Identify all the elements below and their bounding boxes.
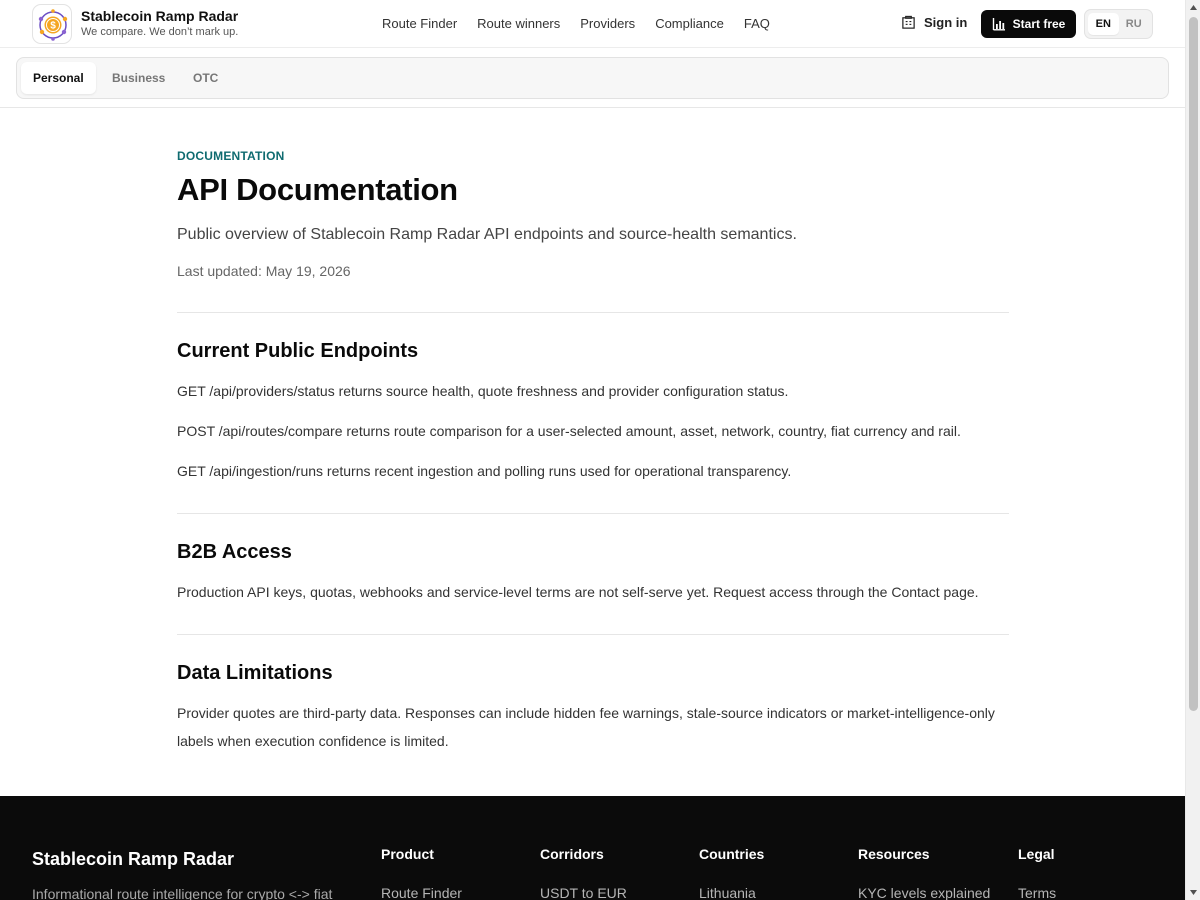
footer-link-route-finder[interactable]: Route Finder [381, 885, 462, 900]
limitations-paragraph: Provider quotes are third-party data. Re… [177, 705, 995, 749]
tab-business[interactable]: Business [100, 62, 177, 94]
tab-otc[interactable]: OTC [181, 62, 230, 94]
page-scrollbar[interactable] [1185, 0, 1200, 900]
footer-heading-product: Product [381, 846, 434, 862]
footer-heading-corridors: Corridors [540, 846, 604, 862]
tab-personal[interactable]: Personal [21, 62, 96, 94]
brand-name[interactable]: Stablecoin Ramp Radar [81, 8, 238, 24]
page-eyebrow: DOCUMENTATION [177, 149, 285, 163]
nav-faq[interactable]: FAQ [734, 16, 780, 31]
lang-en[interactable]: EN [1088, 13, 1119, 35]
footer-heading-countries: Countries [699, 846, 765, 862]
footer-heading-legal: Legal [1018, 846, 1055, 862]
brand-tagline: We compare. We don’t mark up. [81, 26, 239, 38]
building-icon [902, 15, 915, 29]
section-divider [177, 513, 1009, 514]
last-updated: Last updated: May 19, 2026 [177, 263, 351, 279]
scroll-down-arrow-icon[interactable] [1186, 885, 1200, 900]
scroll-up-arrow-icon[interactable] [1186, 0, 1200, 15]
section-heading-b2b: B2B Access [177, 541, 292, 563]
endpoint-paragraph: POST /api/routes/compare returns route c… [177, 423, 961, 439]
nav-compliance[interactable]: Compliance [645, 16, 734, 31]
endpoint-paragraph: GET /api/ingestion/runs returns recent i… [177, 463, 792, 479]
footer-description: Informational route intelligence for cry… [32, 886, 333, 900]
bar-chart-icon [992, 18, 1005, 31]
brand-logo-icon[interactable]: $ [32, 4, 72, 44]
site-footer: Stablecoin Ramp Radar Informational rout… [0, 796, 1185, 900]
footer-link-kyc-levels[interactable]: KYC levels explained [858, 885, 990, 900]
start-free-label: Start free [1012, 17, 1066, 31]
footer-link-lithuania[interactable]: Lithuania [699, 885, 756, 900]
scrollbar-thumb[interactable] [1189, 17, 1198, 711]
section-divider [177, 312, 1009, 313]
footer-brand: Stablecoin Ramp Radar [32, 849, 235, 869]
footer-link-usdt-eur[interactable]: USDT to EUR [540, 885, 627, 900]
segment-tabs: Personal Business OTC [16, 57, 1169, 99]
main-nav: Route Finder Route winners Providers Com… [372, 16, 780, 31]
nav-providers[interactable]: Providers [570, 16, 645, 31]
endpoint-paragraph: GET /api/providers/status returns source… [177, 383, 789, 399]
segment-bar-wrap: Personal Business OTC [0, 48, 1185, 108]
lang-ru[interactable]: RU [1119, 13, 1150, 35]
section-heading-endpoints: Current Public Endpoints [177, 340, 419, 362]
site-header: $ Stablecoin Ramp Radar We compare. We d… [0, 0, 1185, 48]
section-heading-limitations: Data Limitations [177, 662, 333, 684]
footer-link-terms[interactable]: Terms [1018, 885, 1056, 900]
page-title: API Documentation [177, 172, 458, 207]
page-subtitle: Public overview of Stablecoin Ramp Radar… [177, 226, 797, 243]
svg-text:$: $ [50, 21, 56, 32]
nav-route-finder[interactable]: Route Finder [372, 16, 467, 31]
start-free-button[interactable]: Start free [981, 10, 1076, 38]
b2b-paragraph: Production API keys, quotas, webhooks an… [177, 584, 979, 600]
nav-route-winners[interactable]: Route winners [467, 16, 570, 31]
language-switcher: EN RU [1084, 9, 1153, 39]
sign-in-button[interactable]: Sign in [901, 15, 967, 30]
sign-in-label: Sign in [924, 15, 968, 30]
footer-heading-resources: Resources [858, 846, 930, 862]
section-divider [177, 634, 1009, 635]
